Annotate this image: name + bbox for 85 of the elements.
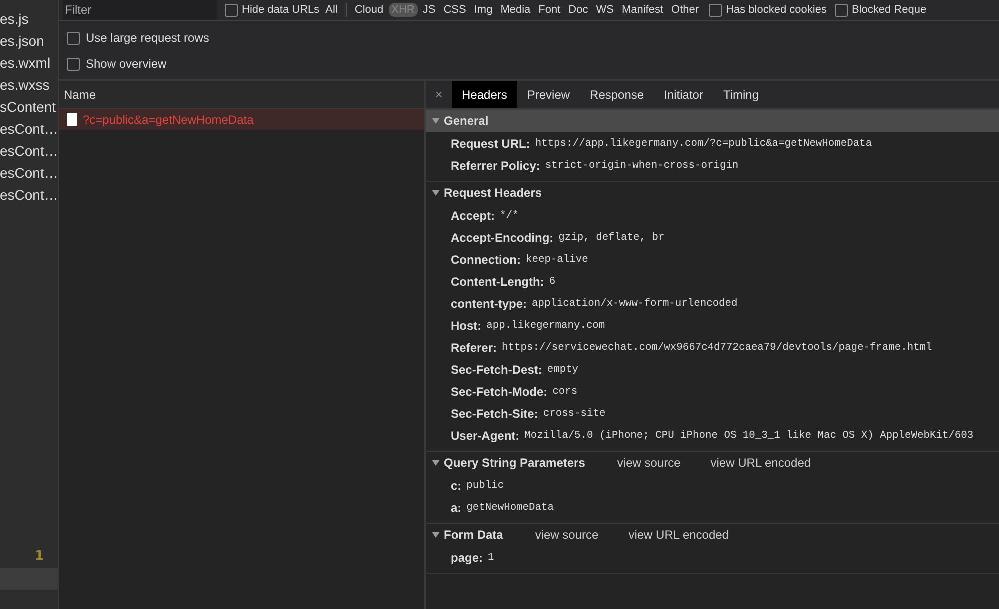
checkbox-label: Has blocked cookies bbox=[726, 4, 827, 16]
header-name: Sec-Fetch-Mode: bbox=[451, 385, 548, 399]
header-value: Mozilla/5.0 (iPhone; CPU iPhone OS 10_3_1 like Mac OS X) AppleWebKit/603 bbox=[524, 430, 974, 442]
header-value: app.likegermany.com bbox=[486, 320, 606, 332]
header-name: a: bbox=[451, 501, 462, 515]
tab[interactable]: Preview bbox=[517, 81, 580, 108]
header-name: Referer: bbox=[451, 341, 498, 355]
file-name[interactable]: esCont… bbox=[0, 162, 58, 184]
header-name: Sec-Fetch-Dest: bbox=[451, 363, 542, 377]
column-header[interactable]: Name bbox=[64, 88, 96, 102]
file-name[interactable]: es.wxss bbox=[0, 74, 58, 96]
header-value: 1 bbox=[488, 552, 494, 564]
tab[interactable]: Response bbox=[580, 81, 654, 108]
header-value: getNewHomeData bbox=[466, 502, 554, 514]
file-name[interactable]: sContent bbox=[0, 96, 58, 118]
triangle-icon[interactable] bbox=[432, 117, 440, 125]
header-value: https://app.likegermany.com/?c=public&a=getNewHomeData bbox=[535, 138, 872, 150]
file-name[interactable]: esCont… bbox=[0, 140, 58, 162]
filter-field[interactable]: Filter bbox=[63, 0, 217, 20]
header-value: application/x-www-form-urlencoded bbox=[532, 298, 738, 310]
section-title: General bbox=[444, 114, 489, 128]
view-link[interactable]: view source bbox=[535, 528, 599, 542]
triangle-icon[interactable] bbox=[432, 189, 440, 197]
type-filter-button[interactable]: WS bbox=[593, 3, 617, 17]
header-name: Accept: bbox=[451, 209, 496, 223]
header-name: Referrer Policy: bbox=[451, 159, 540, 173]
header-name: User-Agent: bbox=[451, 429, 520, 443]
view-link[interactable]: view URL encoded bbox=[628, 528, 729, 542]
header-name: Request URL: bbox=[451, 137, 530, 151]
type-filter-button[interactable]: All bbox=[322, 3, 341, 17]
tab[interactable]: Headers bbox=[452, 81, 518, 108]
checkbox-label: Use large request rows bbox=[86, 31, 210, 45]
file-name[interactable]: esCont… bbox=[0, 184, 58, 206]
header-value: cors bbox=[552, 386, 578, 398]
header-value: https://servicewechat.com/wx9667c4d772caea79/devtools/page-frame.html bbox=[502, 342, 932, 354]
header-name: Sec-Fetch-Site: bbox=[451, 407, 538, 421]
header-name: Connection: bbox=[451, 253, 521, 267]
header-value: gzip, deflate, br bbox=[558, 232, 665, 244]
header-name: Host: bbox=[451, 319, 482, 333]
type-filter-button[interactable]: CSS bbox=[440, 3, 470, 17]
type-filter-button[interactable]: JS bbox=[420, 3, 439, 17]
checkbox-label: Show overview bbox=[86, 57, 167, 71]
triangle-icon[interactable] bbox=[432, 531, 440, 539]
header-value: empty bbox=[547, 364, 579, 376]
type-filter-button[interactable]: Media bbox=[498, 3, 534, 17]
header-value: keep-alive bbox=[526, 254, 588, 266]
checkbox[interactable] bbox=[709, 4, 722, 16]
header-name: Content-Length: bbox=[451, 275, 544, 289]
file-name[interactable]: es.wxml bbox=[0, 52, 58, 74]
type-filter-button[interactable]: Font bbox=[536, 3, 564, 17]
section-title: Form Data bbox=[444, 528, 504, 542]
file-name[interactable]: es.js bbox=[0, 8, 58, 30]
type-filter-button[interactable]: Doc bbox=[566, 3, 592, 17]
file-name[interactable]: es.json bbox=[0, 30, 58, 52]
header-value: 6 bbox=[549, 276, 556, 288]
checkbox[interactable] bbox=[834, 4, 848, 16]
checkbox[interactable] bbox=[225, 4, 238, 16]
type-filter-button[interactable]: Cloud bbox=[352, 3, 387, 17]
view-link[interactable]: view source bbox=[617, 456, 681, 470]
header-value: strict-origin-when-cross-origin bbox=[545, 160, 739, 172]
header-name: c: bbox=[451, 479, 462, 493]
file-name[interactable]: esCont… bbox=[0, 118, 58, 140]
checkbox[interactable] bbox=[67, 32, 80, 44]
section-title: Request Headers bbox=[444, 186, 542, 200]
type-filter-button[interactable]: Manifest bbox=[618, 3, 667, 17]
triangle-icon[interactable] bbox=[432, 459, 440, 467]
close-button[interactable]: × bbox=[426, 81, 452, 108]
header-name: content-type: bbox=[451, 297, 527, 311]
type-filter-button[interactable]: Other bbox=[668, 3, 702, 17]
section-header-bar[interactable]: General bbox=[426, 110, 999, 132]
file-count: 1 bbox=[34, 549, 44, 564]
section-title: Query String Parameters bbox=[444, 456, 586, 470]
header-name: Accept-Encoding: bbox=[451, 231, 554, 245]
checkbox-label: Hide data URLs bbox=[242, 4, 320, 16]
checkbox-label: Blocked Reque bbox=[852, 4, 927, 16]
type-filter-button[interactable]: Img bbox=[471, 3, 496, 17]
tab[interactable]: Timing bbox=[713, 81, 770, 108]
header-name: page: bbox=[451, 551, 484, 565]
tab[interactable]: Initiator bbox=[654, 81, 714, 108]
header-value: cross-site bbox=[543, 408, 606, 420]
document-icon bbox=[67, 113, 77, 126]
checkbox[interactable] bbox=[67, 58, 80, 70]
view-link[interactable]: view URL encoded bbox=[710, 456, 812, 470]
header-value: public bbox=[466, 480, 504, 492]
header-value: */* bbox=[500, 210, 519, 222]
